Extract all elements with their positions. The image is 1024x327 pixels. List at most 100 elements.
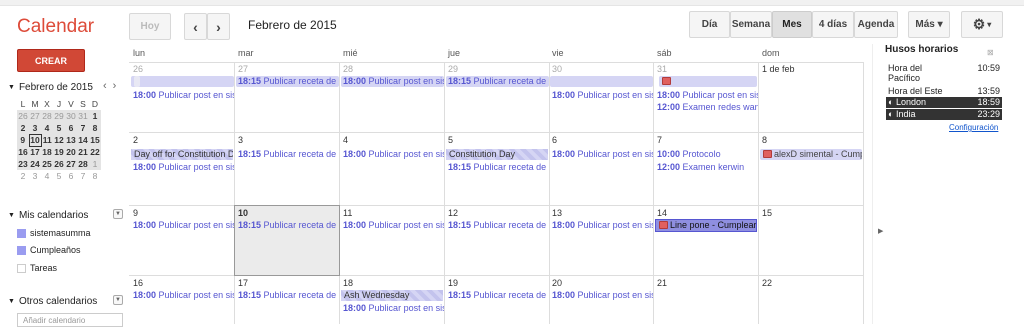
- day-number[interactable]: 5: [448, 135, 453, 145]
- configuration-link[interactable]: Configuración: [949, 123, 998, 132]
- view-day-button[interactable]: Día: [689, 11, 730, 38]
- mini-day[interactable]: 2: [17, 170, 29, 182]
- event[interactable]: 18:00 Publicar post en sis: [133, 220, 234, 231]
- more-button[interactable]: Más ▾: [908, 11, 950, 38]
- mini-day[interactable]: 22: [89, 146, 101, 158]
- mini-day[interactable]: 11: [41, 134, 53, 146]
- mini-day[interactable]: 30: [65, 110, 77, 122]
- day-number[interactable]: 21: [657, 278, 667, 288]
- day-number[interactable]: 3: [238, 135, 243, 145]
- event[interactable]: 18:15 Publicar receta de c: [448, 76, 549, 87]
- prev-button[interactable]: ‹: [184, 13, 207, 40]
- mini-day[interactable]: 9: [17, 134, 29, 146]
- mini-day[interactable]: 4: [41, 170, 53, 182]
- view-month-button[interactable]: Mes: [772, 11, 812, 38]
- event[interactable]: 18:15 Publicar receta de c: [238, 290, 339, 301]
- mini-day[interactable]: 18: [41, 146, 53, 158]
- mini-day[interactable]: 27: [65, 158, 77, 170]
- today-button[interactable]: Hoy: [129, 13, 171, 40]
- mini-day[interactable]: 17: [29, 146, 41, 158]
- event[interactable]: 18:00 Publicar post en sis: [133, 90, 234, 101]
- event[interactable]: 18:00 Publicar post en sis: [552, 290, 653, 301]
- event-allday-span[interactable]: [550, 76, 653, 87]
- view-agenda-button[interactable]: Agenda: [854, 11, 898, 38]
- mini-day[interactable]: 21: [77, 146, 89, 158]
- event[interactable]: 18:00 Publicar post en sis: [552, 220, 653, 231]
- event[interactable]: 12:00 Examen kerwin: [657, 162, 758, 173]
- mini-day[interactable]: 5: [53, 170, 65, 182]
- next-button[interactable]: ›: [207, 13, 230, 40]
- close-icon[interactable]: ⊠: [987, 48, 994, 57]
- event-holiday[interactable]: Day off for Constitution D: [131, 149, 233, 160]
- view-4days-button[interactable]: 4 días: [812, 11, 854, 38]
- day-number[interactable]: 19: [448, 278, 458, 288]
- event-allday[interactable]: P: [131, 76, 234, 87]
- month-grid[interactable]: lun mar mié jue vie sáb dom 26 27 28 29 …: [129, 44, 864, 324]
- other-calendars-header[interactable]: ▼ Otros calendarios: [8, 296, 97, 307]
- mini-day[interactable]: 20: [65, 146, 77, 158]
- create-button[interactable]: CREAR: [17, 49, 85, 72]
- day-number[interactable]: 11: [343, 208, 352, 218]
- day-number[interactable]: 8: [762, 135, 767, 145]
- mini-day[interactable]: 25: [41, 158, 53, 170]
- day-number[interactable]: 15: [762, 208, 772, 218]
- calendar-item[interactable]: Tareas: [17, 263, 57, 273]
- mini-day[interactable]: 27: [29, 110, 41, 122]
- day-number[interactable]: 6: [552, 135, 557, 145]
- my-calendars-menu-button[interactable]: ▼: [113, 209, 123, 219]
- mini-day[interactable]: 1: [89, 158, 101, 170]
- event-birthday-selected[interactable]: Line pone - Cumplear: [655, 219, 757, 232]
- mini-day[interactable]: 26: [17, 110, 29, 122]
- view-week-button[interactable]: Semana: [730, 11, 772, 38]
- mini-day[interactable]: 16: [17, 146, 29, 158]
- mini-day[interactable]: 6: [65, 122, 77, 134]
- mini-day[interactable]: 14: [77, 134, 89, 146]
- event[interactable]: 18:15 Publicar receta de c: [448, 290, 549, 301]
- mini-day[interactable]: 24: [29, 158, 41, 170]
- event[interactable]: 18:00 Publicar post en sis: [343, 303, 444, 314]
- event-holiday[interactable]: Ash Wednesday: [341, 290, 443, 301]
- mini-day[interactable]: 3: [29, 122, 41, 134]
- day-number[interactable]: 28: [343, 64, 353, 74]
- settings-button[interactable]: ⚙ ▾: [961, 11, 1003, 38]
- day-number[interactable]: 20: [552, 278, 562, 288]
- mini-day[interactable]: 7: [77, 170, 89, 182]
- mini-day[interactable]: 19: [53, 146, 65, 158]
- mini-day[interactable]: 28: [77, 158, 89, 170]
- event[interactable]: 18:00 Publicar post en sis: [343, 76, 444, 87]
- event[interactable]: 18:00 Publicar post en sis: [133, 290, 234, 301]
- event[interactable]: 18:00 Publicar post en sis: [657, 90, 758, 101]
- day-number[interactable]: 14: [657, 208, 667, 218]
- other-calendars-menu-button[interactable]: ▼: [113, 295, 123, 305]
- event[interactable]: 18:00 Publicar post en sis: [343, 149, 444, 160]
- day-number[interactable]: 22: [762, 278, 772, 288]
- mini-prev-icon[interactable]: ‹: [103, 80, 113, 92]
- mini-day[interactable]: 5: [53, 122, 65, 134]
- today-cell[interactable]: [234, 205, 340, 276]
- event[interactable]: 10:00 Protocolo: [657, 149, 758, 160]
- mini-day[interactable]: 1: [89, 110, 101, 122]
- calendar-item[interactable]: sistemasumma: [17, 228, 91, 238]
- day-number[interactable]: 2: [133, 135, 138, 145]
- mini-day[interactable]: 28: [41, 110, 53, 122]
- day-number[interactable]: 16: [133, 278, 143, 288]
- mini-day[interactable]: 6: [65, 170, 77, 182]
- day-number[interactable]: 7: [657, 135, 662, 145]
- day-number[interactable]: 30: [552, 64, 562, 74]
- mini-day[interactable]: 4: [41, 122, 53, 134]
- mini-next-icon[interactable]: ›: [113, 80, 123, 92]
- day-number[interactable]: 18: [343, 278, 353, 288]
- mini-day[interactable]: 7: [77, 122, 89, 134]
- mini-day[interactable]: 8: [89, 170, 101, 182]
- event[interactable]: 18:00 Publicar post en sis: [552, 90, 653, 101]
- day-number[interactable]: 29: [448, 64, 458, 74]
- day-number-today[interactable]: 10: [238, 208, 248, 218]
- mini-day[interactable]: 26: [53, 158, 65, 170]
- day-number[interactable]: 4: [343, 135, 348, 145]
- event-holiday[interactable]: Constitution Day: [446, 149, 548, 160]
- my-calendars-header[interactable]: ▼ Mis calendarios: [8, 210, 88, 221]
- event-birthday[interactable]: [659, 76, 757, 87]
- calendar-item[interactable]: Cumpleaños: [17, 245, 81, 255]
- mini-calendar[interactable]: LMXJVSD 26 27 28 29 30 31 1 2345678 9 10 11 12 13 1…: [17, 98, 102, 182]
- mini-day[interactable]: 2: [17, 122, 29, 134]
